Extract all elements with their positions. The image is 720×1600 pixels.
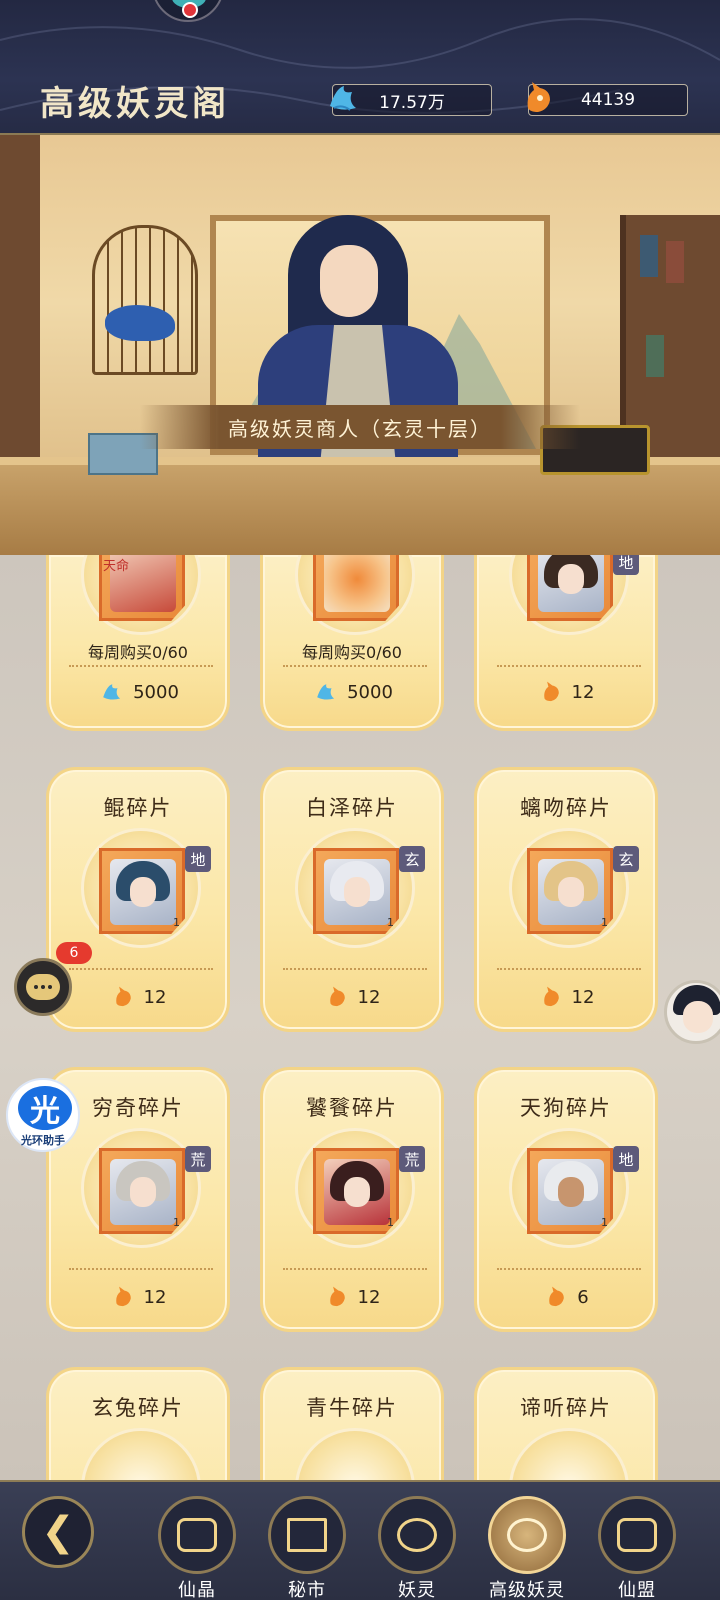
jade-currency-value: 17.57万 [379, 92, 445, 113]
nav-label: 妖灵 [398, 1580, 436, 1600]
nav-item-mishi[interactable]: 秘市 [266, 1496, 348, 1600]
book [640, 235, 658, 277]
fox-spirit-icon [329, 986, 345, 1007]
shop-item-card[interactable]: 饕餮碎片 荒 1 12 [260, 1067, 444, 1332]
item-quantity: 1 [173, 916, 180, 929]
shop-item-card[interactable]: 天命 每周购买0/60 5000 [46, 555, 230, 731]
item-name: 天狗碎片 [520, 1096, 612, 1120]
nav-item-advanced-yaoling[interactable]: 高级妖灵 [486, 1496, 568, 1600]
grade-badge: 荒 [399, 1146, 425, 1172]
item-portrait [527, 555, 613, 621]
grade-badge: 地 [185, 846, 211, 872]
shop-item-card[interactable]: 螭吻碎片 玄 1 12 [474, 767, 658, 1032]
chat-unread-badge: 6 [56, 942, 92, 964]
market-icon [287, 1518, 327, 1552]
item-price: 12 [263, 1284, 441, 1310]
shop-item-card[interactable]: 谛听碎片 [474, 1367, 658, 1480]
grade-badge: 地 [613, 1146, 639, 1172]
shop-item-card[interactable]: 每周购买0/60 5000 [260, 555, 444, 731]
merchant-scene: 高级妖灵商人（玄灵十层） [0, 135, 720, 555]
book [646, 335, 664, 377]
item-price: 12 [263, 984, 441, 1010]
item-name: 青牛碎片 [306, 1396, 398, 1420]
alliance-icon [617, 1518, 657, 1552]
shop-item-card[interactable]: 天狗碎片 地 1 6 [474, 1067, 658, 1332]
bird-cage [92, 225, 198, 375]
jade-spirit-icon [317, 684, 335, 700]
item-price: 12 [49, 1284, 227, 1310]
jade-spirit-icon [330, 86, 356, 111]
nav-label: 仙晶 [178, 1580, 216, 1600]
item-name: 饕餮碎片 [306, 1096, 398, 1120]
advanced-spirit-icon [507, 1518, 547, 1552]
shop-grid: 天命 每周购买0/60 5000 每周购买0/60 5000 地 12 鲲碎片 … [0, 555, 720, 1480]
helper-assistant-button[interactable]: 光 光环助手 [6, 1078, 80, 1152]
notification-dot [182, 2, 198, 18]
grade-badge: 荒 [185, 1146, 211, 1172]
spirit-icon [397, 1518, 437, 1552]
shop-item-card[interactable]: 白泽碎片 玄 1 12 [260, 767, 444, 1032]
blue-bird [105, 305, 175, 341]
back-button[interactable]: ❮ [22, 1496, 94, 1568]
back-arrow-icon: ❮ [41, 1509, 75, 1555]
grade-badge: 玄 [399, 846, 425, 872]
helper-logo-icon: 光 [18, 1086, 72, 1130]
shop-item-card[interactable]: 鲲碎片 地 1 12 [46, 767, 230, 1032]
nav-item-xianmeng[interactable]: 仙盟 [596, 1496, 678, 1600]
item-price: 5000 [49, 679, 227, 705]
shop-item-card[interactable]: 青牛碎片 [260, 1367, 444, 1480]
fox-spirit-icon [543, 681, 559, 702]
page-title: 高级妖灵阁 [40, 84, 230, 124]
grade-badge: 地 [613, 555, 639, 575]
bottom-nav: ❮ 仙晶 秘市 妖灵 高级妖灵 仙盟 [0, 1480, 720, 1600]
jade-spirit-icon [103, 684, 121, 700]
weekly-limit: 每周购买0/60 [302, 643, 402, 662]
header-bar: 高级妖灵阁 17.57万 44139 [0, 0, 720, 135]
item-name: 螭吻碎片 [520, 796, 612, 820]
companion-avatar-button[interactable] [664, 980, 720, 1044]
nav-label: 秘市 [288, 1580, 326, 1600]
merchant-name-banner: 高级妖灵商人（玄灵十层） [140, 405, 580, 449]
item-price: 12 [477, 679, 655, 705]
item-name: 玄兔碎片 [92, 1396, 184, 1420]
item-quantity: 1 [601, 1216, 608, 1229]
chat-button[interactable] [14, 958, 72, 1016]
fox-spirit-icon [543, 986, 559, 1007]
item-quantity: 1 [387, 916, 394, 929]
nav-item-yaoling[interactable]: 妖灵 [376, 1496, 458, 1600]
nav-label: 仙盟 [618, 1580, 656, 1600]
weekly-limit: 每周购买0/60 [88, 643, 188, 662]
fox-spirit-icon [329, 1286, 345, 1307]
item-quantity: 1 [387, 1216, 394, 1229]
book [666, 241, 684, 283]
nav-item-xianjing[interactable]: 仙晶 [156, 1496, 238, 1600]
item-name: 谛听碎片 [520, 1396, 612, 1420]
item-price: 12 [477, 984, 655, 1010]
item-name: 鲲碎片 [103, 796, 173, 820]
item-quantity: 1 [173, 1216, 180, 1229]
fox-spirit-icon [115, 1286, 131, 1307]
shop-item-card[interactable]: 地 12 [474, 555, 658, 731]
item-portrait [313, 555, 399, 621]
item-quantity: 1 [601, 916, 608, 929]
fox-spirit-icon [527, 82, 550, 112]
fox-currency-value: 44139 [580, 90, 636, 110]
fox-spirit-icon [115, 986, 131, 1007]
fate-badge: 天命 [103, 559, 130, 574]
item-name: 白泽碎片 [306, 796, 398, 820]
helper-label: 光环助手 [21, 1134, 65, 1147]
nav-label: 高级妖灵 [489, 1580, 565, 1600]
item-price: 5000 [263, 679, 441, 705]
item-price: 6 [477, 1284, 655, 1310]
grade-badge: 玄 [613, 846, 639, 872]
item-price: 12 [49, 984, 227, 1010]
shop-item-card[interactable]: 玄兔碎片 [46, 1367, 230, 1480]
chat-icon [26, 974, 60, 1000]
crystal-icon [177, 1518, 217, 1552]
shop-counter [0, 465, 720, 555]
fox-spirit-icon [549, 1286, 565, 1307]
